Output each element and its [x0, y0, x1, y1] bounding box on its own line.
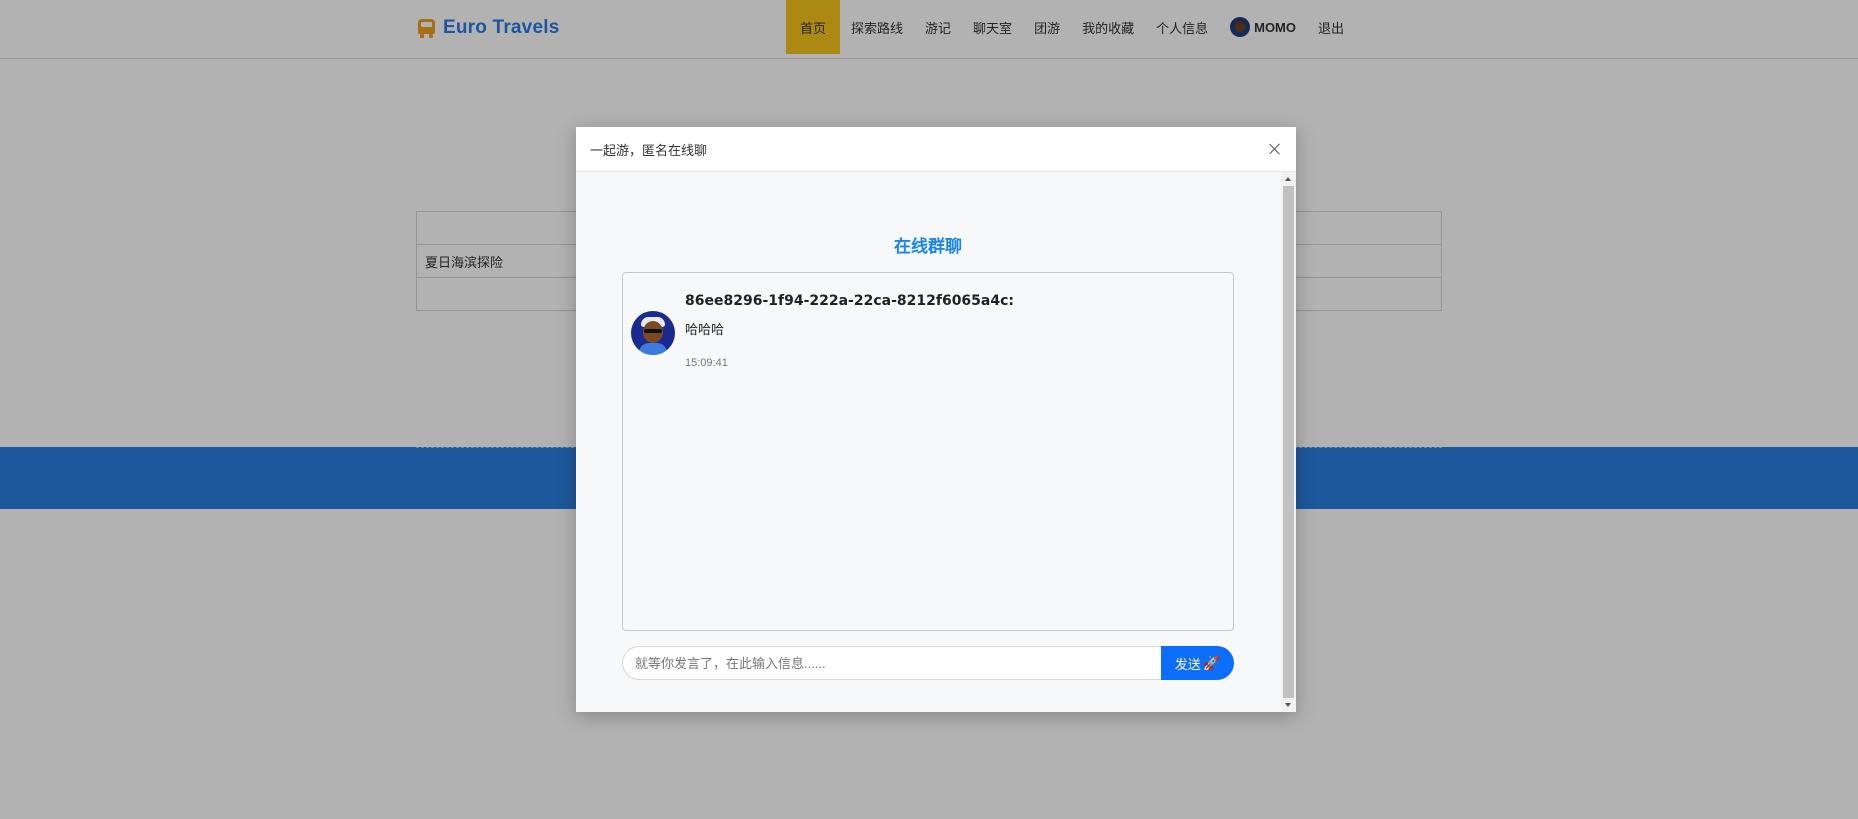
rocket-icon: 🚀: [1202, 654, 1221, 671]
close-icon[interactable]: [1268, 142, 1282, 156]
modal-body: 在线群聊 86ee8296-1f94-222a-22ca-8212f6065a4…: [576, 172, 1296, 712]
message-sender: 86ee8296-1f94-222a-22ca-8212f6065a4c:: [685, 293, 1014, 309]
chat-modal: 一起游，匿名在线聊 在线群聊 86ee8296-1f94-222a-22ca-8…: [576, 127, 1296, 712]
message-input[interactable]: [622, 646, 1161, 680]
message-list[interactable]: 86ee8296-1f94-222a-22ca-8212f6065a4c: 哈哈…: [622, 272, 1234, 631]
message-text: 哈哈哈: [685, 322, 725, 337]
message-composer: 发送 🚀: [622, 646, 1234, 680]
modal-title: 一起游，匿名在线聊: [590, 142, 708, 158]
scroll-thumb[interactable]: [1283, 186, 1294, 698]
message-time: 15:09:41: [685, 357, 728, 369]
scroll-up-arrow-icon[interactable]: [1281, 172, 1296, 186]
chat-title: 在线群聊: [894, 237, 962, 256]
scrollbar[interactable]: [1281, 172, 1296, 712]
scroll-down-arrow-icon[interactable]: [1281, 698, 1296, 712]
send-button[interactable]: 发送 🚀: [1161, 646, 1234, 680]
avatar: [631, 311, 675, 355]
modal-header: 一起游，匿名在线聊: [576, 127, 1296, 172]
send-label: 发送: [1174, 656, 1201, 672]
